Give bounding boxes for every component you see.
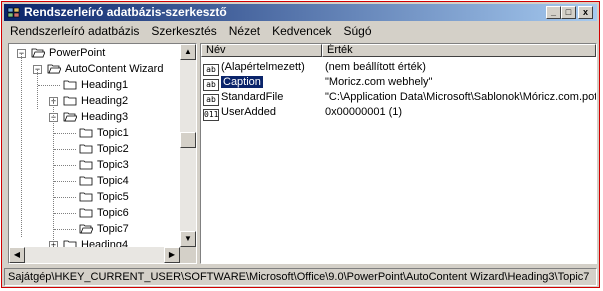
value-row-caption[interactable]: ab Caption <box>203 75 263 91</box>
tree-item-label: Topic3 <box>97 159 129 171</box>
tree-item-label: Heading3 <box>81 111 129 123</box>
tree-item-label: Topic5 <box>97 191 129 203</box>
folder-icon <box>79 144 93 154</box>
maximize-button[interactable]: □ <box>561 6 576 19</box>
tree-connector <box>37 69 38 109</box>
registry-editor-icon <box>7 7 20 18</box>
value-name: Caption <box>221 76 263 88</box>
folder-icon <box>79 208 93 218</box>
tree-connector <box>21 53 22 237</box>
menu-view[interactable]: Nézet <box>223 22 266 40</box>
tree-vertical-scrollbar[interactable]: ▲ ▼ <box>180 44 196 247</box>
tree-item-label: Topic6 <box>97 207 129 219</box>
tree-item-autocontent-wizard[interactable]: AutoContent Wizard <box>47 61 163 77</box>
scroll-right-button[interactable]: ▶ <box>164 247 180 263</box>
tree-item-label: Heading2 <box>81 95 129 107</box>
tree-item-topic7[interactable]: Topic7 <box>79 221 129 237</box>
value-name: StandardFile <box>221 91 284 103</box>
folder-icon <box>79 160 93 170</box>
tree-item-label: PowerPoint <box>49 47 106 59</box>
value-row-standardfile[interactable]: ab StandardFile <box>203 90 284 106</box>
column-name[interactable]: Név <box>201 44 322 57</box>
folder-icon <box>79 128 93 138</box>
scroll-up-button[interactable]: ▲ <box>180 44 196 60</box>
folder-icon <box>63 112 77 122</box>
folder-icon <box>63 80 77 90</box>
tree-item-heading2[interactable]: Heading2 <box>63 93 128 109</box>
window-title: Rendszerleíró adatbázis-szerkesztő <box>24 5 227 19</box>
tree-item-label: AutoContent Wizard <box>65 63 164 75</box>
menu-edit[interactable]: Szerkesztés <box>145 22 222 40</box>
value-name: UserAdded <box>221 106 277 118</box>
folder-icon <box>79 176 93 186</box>
minimize-button[interactable]: _ <box>546 6 561 19</box>
tree-connector <box>54 149 76 150</box>
scrollbar-corner <box>180 247 196 263</box>
menu-favorites[interactable]: Kedvencek <box>266 22 337 40</box>
tree-connector <box>54 229 76 230</box>
tree-horizontal-scrollbar[interactable]: ◀ ▶ <box>9 247 180 263</box>
tree-item-topic6[interactable]: Topic6 <box>79 205 129 221</box>
tree-item-label: Heading1 <box>81 79 129 91</box>
scroll-left-button[interactable]: ◀ <box>9 247 25 263</box>
tree-connector <box>54 165 76 166</box>
value-name: (Alapértelmezett) <box>221 61 305 73</box>
value-data: "C:\Application Data\Microsoft\Sablonok\… <box>325 91 597 103</box>
tree-item-heading1[interactable]: Heading1 <box>63 77 128 93</box>
key-tree-pane[interactable]: PowerPoint − AutoContent Wizard − Heading1 He… <box>8 43 197 264</box>
menu-bar: Rendszerleíró adatbázis Szerkesztés Néze… <box>4 22 378 40</box>
tree-connector <box>54 213 76 214</box>
list-header: Név Érték <box>201 44 596 57</box>
tree-item-label: Topic7 <box>97 223 129 235</box>
tree-connector <box>54 181 76 182</box>
tree-item-topic4[interactable]: Topic4 <box>79 173 129 189</box>
column-value[interactable]: Érték <box>322 44 596 57</box>
menu-help[interactable]: Súgó <box>338 22 378 40</box>
folder-icon <box>47 64 61 74</box>
value-data: 0x00000001 (1) <box>325 106 403 118</box>
scroll-thumb[interactable] <box>180 132 196 148</box>
folder-icon <box>63 96 77 106</box>
values-pane[interactable]: Név Érték ab (Alapértelmezett) (nem beállí… <box>200 43 597 264</box>
title-bar[interactable]: Rendszerleíró adatbázis-szerkesztő _ □ x <box>4 4 597 21</box>
tree-connector <box>54 133 76 134</box>
tree-item-topic2[interactable]: Topic2 <box>79 141 129 157</box>
tree-item-powerpoint[interactable]: PowerPoint <box>31 45 105 61</box>
folder-icon <box>79 224 93 234</box>
value-data: "Moricz.com webhely" <box>325 76 433 88</box>
status-bar: Sajátgép\HKEY_CURRENT_USER\SOFTWARE\Micr… <box>4 268 597 286</box>
tree-item-label: Topic1 <box>97 127 129 139</box>
tree-connector <box>38 85 60 86</box>
tree-item-topic1[interactable]: Topic1 <box>79 125 129 141</box>
folder-icon <box>79 192 93 202</box>
tree-connector <box>53 100 54 250</box>
tree-item-heading3[interactable]: Heading3 <box>63 109 128 125</box>
close-button[interactable]: x <box>578 6 593 19</box>
tree-item-topic3[interactable]: Topic3 <box>79 157 129 173</box>
registry-editor-window: Rendszerleíró adatbázis-szerkesztő _ □ x… <box>1 1 600 288</box>
value-row-useradded[interactable]: 011 UserAdded <box>203 105 277 121</box>
tree-item-label: Topic4 <box>97 175 129 187</box>
scroll-down-button[interactable]: ▼ <box>180 231 196 247</box>
tree-item-label: Topic2 <box>97 143 129 155</box>
binary-value-icon: 011 <box>203 109 219 121</box>
menu-registry[interactable]: Rendszerleíró adatbázis <box>4 22 145 40</box>
tree-connector <box>54 197 76 198</box>
value-data: (nem beállított érték) <box>325 61 426 73</box>
value-row--alap-rtelmezett-[interactable]: ab (Alapértelmezett) <box>203 60 305 76</box>
tree-item-topic5[interactable]: Topic5 <box>79 189 129 205</box>
folder-icon <box>31 48 45 58</box>
